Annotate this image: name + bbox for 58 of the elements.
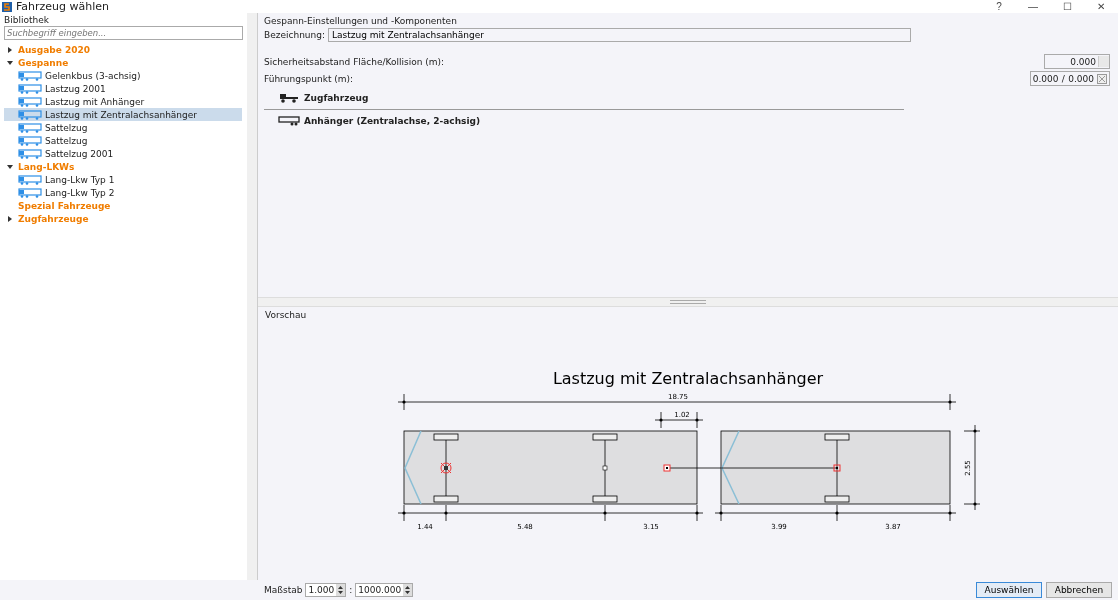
bus-icon — [18, 135, 42, 146]
scale-field[interactable]: 1000.000 — [355, 583, 414, 597]
splitter-handle[interactable] — [670, 300, 706, 304]
section-title: Vorschau — [264, 309, 308, 322]
field-label: Sicherheitsabstand Fläche/Kollision (m): — [264, 56, 445, 67]
scale-separator: : — [349, 585, 353, 595]
bus-icon — [18, 83, 42, 94]
tree-item[interactable]: Sattelzug — [4, 121, 242, 134]
tree-item[interactable]: Lastzug 2001 — [4, 82, 242, 95]
close-button[interactable]: ✕ — [1084, 1, 1118, 12]
coordinate-field[interactable]: 0.000 / 0.000 — [1030, 71, 1110, 86]
number-field[interactable]: 0.000 — [1044, 54, 1110, 69]
scale-field[interactable]: 1.000 — [305, 583, 347, 597]
drawing-title: Lastzug mit Zentralachsanhänger — [552, 369, 824, 388]
app-logo-icon — [2, 1, 12, 12]
minimize-button[interactable]: — — [1016, 1, 1050, 12]
bus-icon — [18, 122, 42, 133]
tree-item-label: Sattelzug — [45, 122, 88, 133]
tree-item-label: Sattelzug 2001 — [45, 148, 114, 159]
component-header[interactable]: Anhänger (Zentralachse, 2-achsig) — [264, 110, 1112, 132]
tree-item-label: Lastzug mit Zentralachsanhänger — [45, 109, 197, 120]
spin-arrows-icon[interactable] — [403, 584, 413, 596]
bus-icon — [18, 174, 42, 185]
tree-item[interactable]: Sattelzug 2001 — [4, 147, 242, 160]
section-title: Gespann-Einstellungen und -Komponenten — [264, 16, 458, 26]
tree-item-label: Lang-Lkw Typ 1 — [45, 174, 115, 185]
help-button[interactable]: ? — [982, 1, 1016, 12]
bus-icon — [18, 148, 42, 159]
bus-icon — [18, 109, 42, 120]
tree-item-label: Sattelzug — [45, 135, 88, 146]
tree-item[interactable]: Lang-Lkw Typ 1 — [4, 173, 242, 186]
bus-icon — [18, 70, 42, 81]
select-button[interactable]: Auswählen — [976, 582, 1042, 598]
tree-item-label: Lastzug mit Anhänger — [45, 96, 145, 107]
component-header[interactable]: Zugfahrzeug — [264, 87, 904, 110]
scale-label: Maßstab — [264, 585, 303, 595]
tree-item[interactable]: Lastzug mit Zentralachsanhänger — [4, 108, 242, 121]
spin-arrows-icon[interactable] — [336, 584, 346, 596]
trailer-icon — [278, 116, 300, 126]
tree-item-label: Gelenkbus (3-achsig) — [45, 70, 141, 81]
tree-item[interactable]: Lastzug mit Anhänger — [4, 95, 242, 108]
tree-item-label: Lang-Lkw Typ 2 — [45, 187, 115, 198]
clear-icon — [1097, 73, 1108, 84]
window-title: Fahrzeug wählen — [16, 0, 111, 13]
tractor-icon — [278, 93, 300, 103]
panel-title: Bibliothek — [4, 15, 50, 25]
maximize-button[interactable]: ☐ — [1050, 1, 1084, 12]
search-field[interactable]: Suchbegriff eingeben... — [4, 26, 244, 40]
tree-item[interactable]: Sattelzug — [4, 134, 242, 147]
bus-icon — [18, 96, 42, 107]
name-field[interactable]: Lastzug mit Zentralachsanhänger — [328, 27, 911, 42]
tree-item[interactable]: Gelenkbus (3-achsig) — [4, 69, 242, 82]
tree-item[interactable]: Lang-Lkw Typ 2 — [4, 186, 242, 199]
field-label: Führungspunkt (m): — [264, 73, 354, 84]
tree-item-label: Lastzug 2001 — [45, 83, 106, 94]
cancel-button[interactable]: Abbrechen — [1046, 582, 1112, 598]
field-label: Bezeichnung: — [264, 29, 325, 40]
bus-icon — [18, 187, 42, 198]
